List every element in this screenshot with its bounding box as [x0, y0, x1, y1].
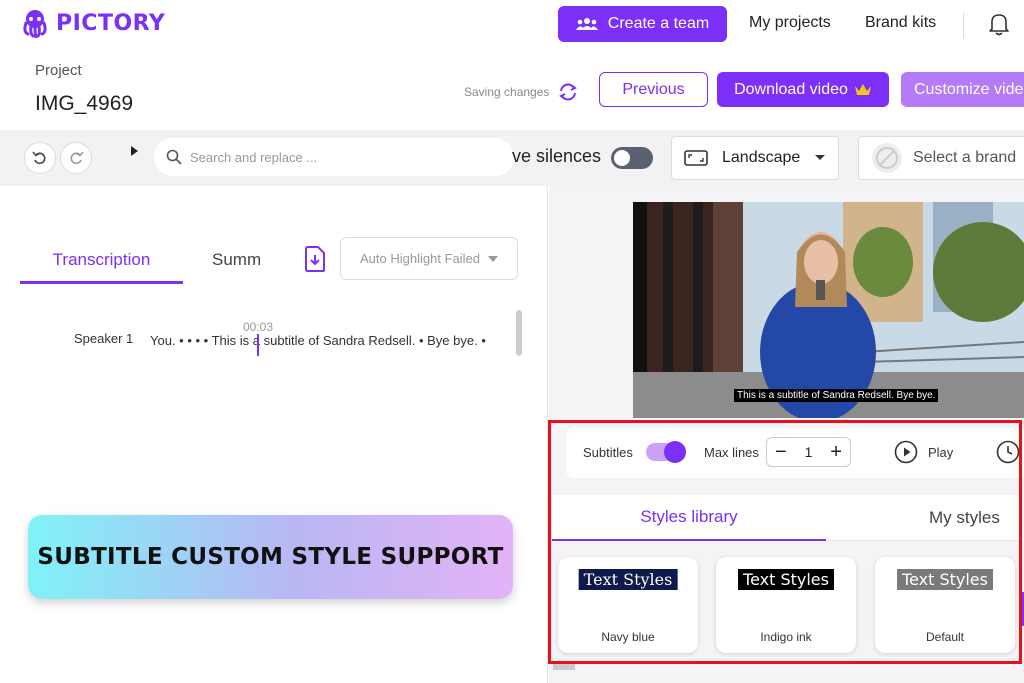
video-caption: This is a subtitle of Sandra Redsell. By… — [734, 389, 939, 402]
brand-select-value: Select a brand — [913, 149, 1017, 166]
transcript-text[interactable]: You. • • • • This is a subtitle of Sandr… — [150, 333, 486, 348]
text-cursor — [257, 334, 259, 356]
cursor-timestamp: 00:03 — [243, 320, 274, 334]
tab-transcription[interactable]: Transcription — [20, 238, 183, 284]
video-preview[interactable] — [633, 202, 1024, 418]
promo-banner: SUBTITLE CUSTOM STYLE SUPPORT — [28, 515, 513, 599]
brand-select[interactable]: Select a brand — [858, 136, 1024, 180]
nav-divider — [963, 12, 964, 38]
highlight-annotation-box — [548, 420, 1022, 664]
redo-icon — [70, 151, 84, 165]
aspect-ratio-dropdown[interactable]: Landscape — [671, 136, 839, 180]
saving-status: Saving changes — [464, 82, 579, 102]
search-replace-box[interactable] — [154, 138, 514, 176]
customize-video-button[interactable]: Customize vide — [901, 72, 1024, 107]
search-replace-input[interactable] — [190, 149, 440, 165]
logo-text: PICTORY — [56, 10, 166, 36]
download-video-label: Download video — [734, 80, 848, 98]
create-team-button[interactable]: Create a team — [558, 6, 727, 42]
pictory-logo[interactable]: PICTORY — [20, 8, 165, 38]
expand-arrow-icon[interactable] — [131, 146, 138, 156]
aspect-ratio-icon — [684, 150, 708, 166]
chevron-down-icon — [487, 255, 498, 262]
undo-button[interactable] — [24, 142, 56, 174]
octopus-logo-icon — [23, 10, 47, 38]
speaker-label: Speaker 1 — [74, 331, 134, 346]
redo-button[interactable] — [60, 142, 92, 174]
download-transcript-icon[interactable] — [303, 245, 327, 278]
remove-silences-knob — [614, 150, 630, 166]
chevron-down-icon — [815, 155, 826, 160]
undo-icon — [32, 151, 46, 165]
project-label: Project — [35, 62, 82, 79]
transcript-scrollbar[interactable] — [516, 310, 522, 356]
project-name[interactable]: IMG_4969 — [35, 92, 133, 116]
download-video-button[interactable]: Download video — [717, 72, 889, 107]
auto-highlight-dropdown[interactable]: Auto Highlight Failed — [340, 237, 518, 280]
horizontal-scrollbar[interactable] — [553, 664, 575, 670]
auto-highlight-label: Auto Highlight Failed — [360, 251, 480, 266]
notifications-bell-icon[interactable] — [988, 12, 1010, 41]
search-icon — [166, 149, 182, 165]
sync-icon — [559, 83, 578, 101]
previous-button[interactable]: Previous — [599, 72, 708, 107]
aspect-ratio-value: Landscape — [722, 149, 801, 166]
remove-silences-label: ve silences — [512, 146, 602, 166]
tab-summary[interactable]: Summ — [212, 250, 272, 270]
no-brand-icon — [872, 143, 902, 173]
create-team-label: Create a team — [607, 15, 710, 32]
saving-text: Saving changes — [464, 85, 550, 99]
crown-icon — [854, 83, 871, 95]
group-icon — [575, 18, 598, 30]
brand-kits-link[interactable]: Brand kits — [865, 14, 936, 32]
promo-banner-text: SUBTITLE CUSTOM STYLE SUPPORT — [37, 544, 504, 570]
my-projects-link[interactable]: My projects — [749, 14, 831, 32]
